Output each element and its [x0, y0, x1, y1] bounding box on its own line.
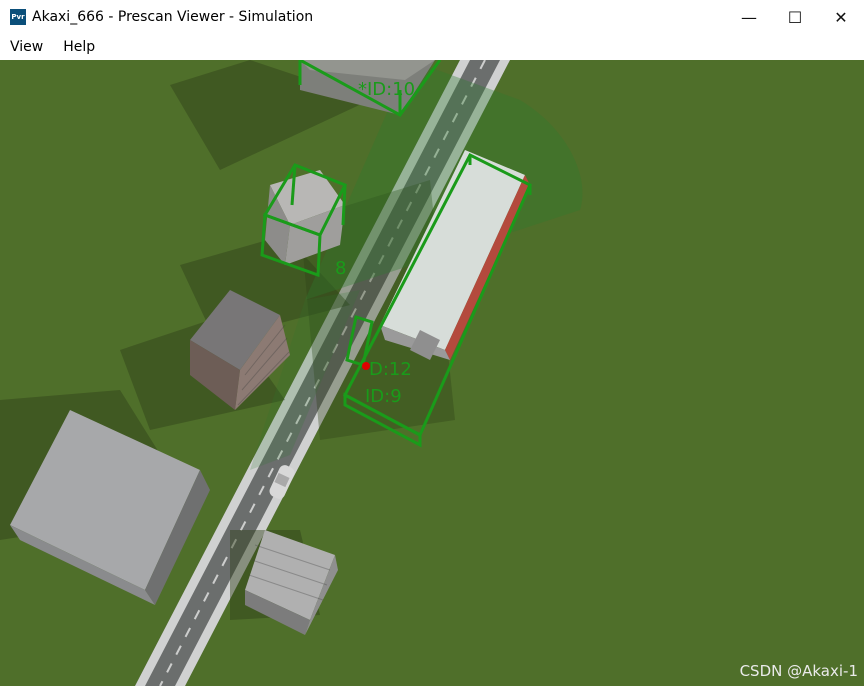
- title-bar[interactable]: Pvr Akaxi_666 - Prescan Viewer - Simulat…: [0, 0, 864, 34]
- minimize-button[interactable]: —: [726, 0, 772, 34]
- watermark: CSDN @Akaxi-1: [739, 662, 858, 680]
- minimize-icon: —: [741, 7, 757, 27]
- maximize-icon: ☐: [787, 7, 803, 27]
- close-button[interactable]: ✕: [818, 0, 864, 34]
- label-id-12: D:12: [369, 359, 412, 380]
- label-id-10: *ID:10: [358, 79, 415, 100]
- menu-view[interactable]: View: [0, 39, 53, 55]
- scene-canvas[interactable]: *ID:10 8 D:12 ID:9: [0, 60, 864, 686]
- menu-help[interactable]: Help: [53, 39, 105, 55]
- label-id-8: 8: [335, 258, 346, 279]
- window-title: Akaxi_666 - Prescan Viewer - Simulation: [32, 9, 314, 25]
- maximize-button[interactable]: ☐: [772, 0, 818, 34]
- app-window: Pvr Akaxi_666 - Prescan Viewer - Simulat…: [0, 0, 864, 686]
- menu-bar: View Help: [0, 34, 864, 60]
- label-id-9: ID:9: [365, 386, 402, 407]
- simulation-viewport[interactable]: *ID:10 8 D:12 ID:9 CSDN @Akaxi-1: [0, 60, 864, 686]
- prescan-viewer-app-icon: Pvr: [10, 9, 26, 25]
- close-icon: ✕: [834, 7, 848, 27]
